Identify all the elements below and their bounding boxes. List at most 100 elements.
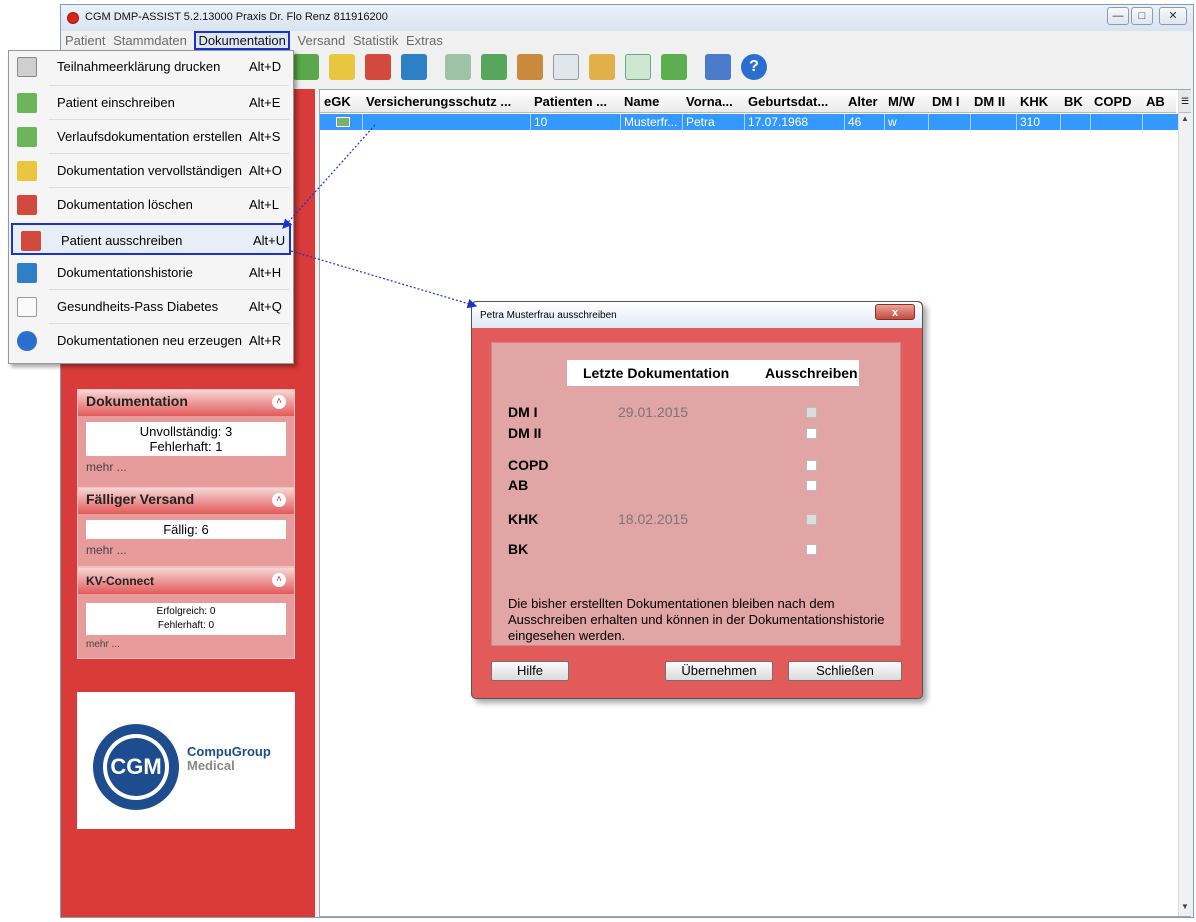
date-khk: 18.02.2015 bbox=[618, 511, 689, 527]
dialog-close-action-button[interactable]: Schließen bbox=[788, 661, 902, 681]
table-row[interactable]: 10 Musterfr... Petra 17.07.1968 46 w 310 bbox=[320, 114, 1178, 130]
checkbox-ab[interactable] bbox=[806, 480, 817, 491]
menu-item-dokumentationen-neu-erzeugen[interactable]: Dokumentationen neu erzeugen Alt+R bbox=[9, 325, 293, 357]
row-label-dm2: DM II bbox=[508, 425, 542, 441]
column-chooser-icon[interactable]: ☰ bbox=[1179, 90, 1191, 113]
col-bk[interactable]: BK bbox=[1064, 94, 1083, 109]
menu-item-label: Gesundheits-Pass Diabetes bbox=[57, 299, 219, 314]
cell-khk: 310 bbox=[1020, 115, 1041, 129]
col-patienten[interactable]: Patienten ... bbox=[534, 94, 607, 109]
status-text: Erfolgreich: 0 bbox=[156, 606, 216, 617]
more-link[interactable]: mehr ... bbox=[78, 637, 294, 653]
line-chart-icon[interactable] bbox=[625, 54, 651, 80]
menu-bar: Patient Stammdaten Dokumentation Versand… bbox=[65, 31, 447, 50]
menu-item-label: Dokumentationshistorie bbox=[57, 265, 193, 280]
col-vorname[interactable]: Vorna... bbox=[686, 94, 733, 109]
mail-icon[interactable] bbox=[445, 54, 471, 80]
vertical-scrollbar[interactable]: ☰ ▲ ▼ bbox=[1178, 90, 1191, 916]
close-button[interactable]: ✕ bbox=[1159, 7, 1187, 25]
maximize-button[interactable]: □ bbox=[1131, 7, 1153, 25]
document-delete-icon[interactable] bbox=[365, 54, 391, 80]
menu-item-gesundheits-pass[interactable]: Gesundheits-Pass Diabetes Alt+Q bbox=[9, 291, 293, 323]
cell-name: Musterfr... bbox=[624, 115, 678, 129]
checkbox-khk[interactable] bbox=[806, 514, 817, 525]
menu-item-verlaufsdokumentation[interactable]: Verlaufsdokumentation erstellen Alt+S bbox=[9, 121, 293, 153]
col-versicherungsschutz[interactable]: Versicherungsschutz ... bbox=[366, 94, 511, 109]
dialog-title: Petra Musterfrau ausschreiben bbox=[480, 310, 617, 321]
checkbox-copd[interactable] bbox=[806, 460, 817, 471]
history-icon[interactable] bbox=[401, 54, 427, 80]
menu-versand[interactable]: Versand bbox=[298, 33, 346, 48]
menu-item-dokumentation-loeschen[interactable]: Dokumentation löschen Alt+L bbox=[9, 189, 293, 221]
col-alter[interactable]: Alter bbox=[848, 94, 878, 109]
card-title: Fälliger Versand bbox=[78, 488, 294, 514]
card-faelliger-versand: Fälliger Versand ˄ Fällig: 6 mehr ... bbox=[77, 487, 295, 567]
menu-patient[interactable]: Patient bbox=[65, 33, 105, 48]
menu-item-dokumentation-vervollstaendigen[interactable]: Dokumentation vervollständigen Alt+O bbox=[9, 155, 293, 187]
history-icon bbox=[17, 263, 37, 283]
menu-item-patient-ausschreiben[interactable]: Patient ausschreiben Alt+U bbox=[11, 223, 291, 255]
collapse-icon[interactable]: ˄ bbox=[272, 395, 286, 409]
ausschreiben-dialog: Petra Musterfrau ausschreiben x Letzte D… bbox=[471, 301, 923, 699]
menu-item-label: Dokumentation löschen bbox=[57, 197, 193, 212]
card-title: KV-Connect bbox=[78, 568, 294, 594]
checkbox-dm1[interactable] bbox=[806, 407, 817, 418]
menu-item-label: Verlaufsdokumentation erstellen bbox=[57, 129, 243, 144]
page-check-icon[interactable] bbox=[553, 54, 579, 80]
window-title: CGM DMP-ASSIST 5.2.13000 Praxis Dr. Flo … bbox=[85, 11, 388, 23]
apply-button[interactable]: Übernehmen bbox=[665, 661, 773, 681]
menu-extras[interactable]: Extras bbox=[406, 33, 443, 48]
more-link[interactable]: mehr ... bbox=[78, 458, 294, 477]
status-text: Fehlerhaft: 0 bbox=[157, 620, 215, 631]
col-mw[interactable]: M/W bbox=[888, 94, 915, 109]
col-dm2[interactable]: DM II bbox=[974, 94, 1005, 109]
cell-geburtsdatum: 17.07.1968 bbox=[748, 115, 809, 129]
logo-text: Medical bbox=[187, 758, 235, 773]
table-header: eGK Versicherungsschutz ... Patienten ..… bbox=[320, 90, 1176, 113]
col-ab[interactable]: AB bbox=[1146, 94, 1165, 109]
logo-text: CompuGroup bbox=[187, 744, 271, 759]
scroll-down-icon[interactable]: ▼ bbox=[1181, 902, 1189, 911]
col-dm1[interactable]: DM I bbox=[932, 94, 959, 109]
dialog-title-bar: Petra Musterfrau ausschreiben x bbox=[472, 302, 922, 328]
menu-item-patient-einschreiben[interactable]: Patient einschreiben Alt+E bbox=[9, 87, 293, 119]
menu-item-shortcut: Alt+L bbox=[249, 197, 279, 212]
checkbox-bk[interactable] bbox=[806, 544, 817, 555]
logo-brand: CGM bbox=[107, 738, 165, 796]
more-link[interactable]: mehr ... bbox=[78, 541, 294, 560]
col-khk[interactable]: KHK bbox=[1020, 94, 1048, 109]
document-add-icon[interactable] bbox=[293, 54, 319, 80]
col-copd[interactable]: COPD bbox=[1094, 94, 1132, 109]
minimize-button[interactable]: — bbox=[1107, 7, 1129, 25]
col-name[interactable]: Name bbox=[624, 94, 659, 109]
collapse-icon[interactable]: ˄ bbox=[272, 493, 286, 507]
row-label-bk: BK bbox=[508, 541, 529, 557]
users-icon[interactable] bbox=[517, 54, 543, 80]
dialog-close-button[interactable]: x bbox=[875, 304, 915, 320]
document-delete-icon bbox=[21, 231, 41, 251]
computer-icon[interactable] bbox=[705, 54, 731, 80]
cell-alter: 46 bbox=[848, 115, 862, 129]
checkbox-dm2[interactable] bbox=[806, 428, 817, 439]
menu-item-dokumentationshistorie[interactable]: Dokumentationshistorie Alt+H bbox=[9, 257, 293, 289]
menu-item-teilnahmeerklaerung[interactable]: Teilnahmeerklärung drucken Alt+D bbox=[9, 51, 293, 83]
document-edit-icon[interactable] bbox=[329, 54, 355, 80]
menu-item-label: Dokumentation vervollständigen bbox=[57, 163, 242, 178]
menu-item-shortcut: Alt+O bbox=[249, 163, 282, 178]
menu-dokumentation[interactable]: Dokumentation bbox=[194, 31, 290, 50]
cell-vorname: Petra bbox=[686, 115, 715, 129]
bell-icon[interactable] bbox=[589, 54, 615, 80]
cgm-logo: CGM CompuGroup Medical bbox=[77, 692, 295, 829]
help-button[interactable]: Hilfe bbox=[491, 661, 569, 681]
menu-stammdaten[interactable]: Stammdaten bbox=[113, 33, 187, 48]
bar-chart-icon[interactable] bbox=[661, 54, 687, 80]
collapse-icon[interactable]: ˄ bbox=[272, 573, 286, 587]
mail-send-icon[interactable] bbox=[481, 54, 507, 80]
help-icon[interactable]: ? bbox=[741, 54, 767, 80]
cell-mw: w bbox=[888, 115, 897, 129]
status-text: Fehlerhaft: 1 bbox=[149, 439, 223, 454]
col-egk[interactable]: eGK bbox=[324, 94, 351, 109]
menu-statistik[interactable]: Statistik bbox=[353, 33, 399, 48]
scroll-up-icon[interactable]: ▲ bbox=[1181, 114, 1189, 123]
col-geburtsdatum[interactable]: Geburtsdat... bbox=[748, 94, 828, 109]
